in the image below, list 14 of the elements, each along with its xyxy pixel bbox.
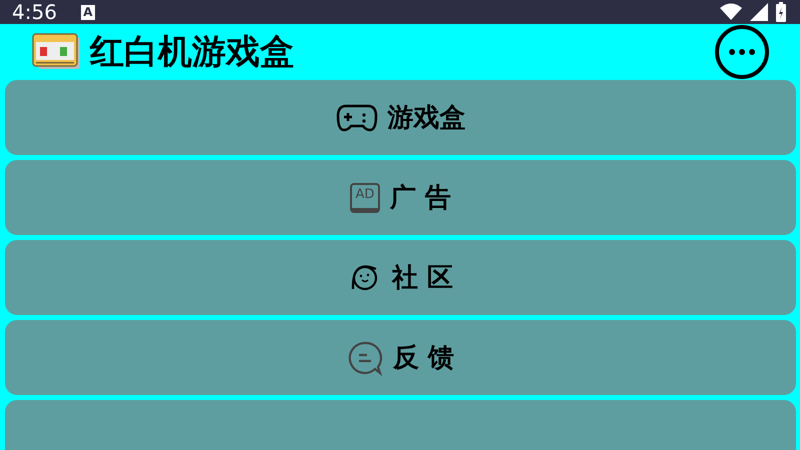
menu-item[interactable]: AD 广 告 [5, 160, 796, 235]
wifi-icon [720, 3, 742, 21]
signal-icon [750, 3, 768, 21]
ad-icon: AD [350, 182, 380, 212]
menu-item[interactable]: 反 馈 [5, 320, 796, 395]
more-button[interactable] [714, 24, 770, 80]
cartridge-icon [32, 32, 82, 72]
app-title: 红白机游戏盒 [90, 31, 294, 74]
status-time: 4:56 [12, 0, 57, 24]
notification-icon: A [80, 4, 95, 20]
more-icon [714, 24, 770, 80]
chat-icon [346, 340, 383, 376]
menu-item[interactable]: 游戏盒 [5, 80, 796, 155]
menu-item[interactable]: 社 区 [5, 240, 796, 315]
